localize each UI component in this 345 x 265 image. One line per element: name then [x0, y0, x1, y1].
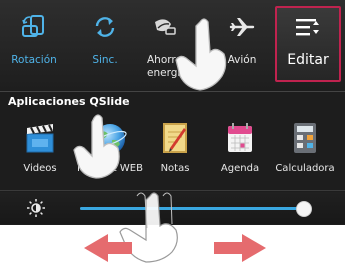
- qslide-title: Aplicaciones QSlide: [8, 95, 130, 108]
- quick-settings-bar: Rotación Sinc. Ahorro energía Avión Edit…: [0, 0, 345, 90]
- qslide-app-videos[interactable]: Videos: [10, 118, 70, 178]
- qslide-app-internet[interactable]: Internet WEB: [77, 118, 143, 178]
- calendar-icon: [223, 120, 257, 160]
- qslide-app-internet-label: Internet WEB: [77, 163, 143, 174]
- toggle-battery-saver-label: Ahorro energía: [147, 54, 187, 79]
- qslide-app-notes-label: Notas: [160, 163, 190, 174]
- qslide-app-agenda[interactable]: Agenda: [210, 118, 270, 178]
- toggle-battery-saver[interactable]: Ahorro energía: [143, 0, 209, 90]
- edit-list-icon: [294, 16, 322, 44]
- brightness-track[interactable]: [80, 201, 313, 217]
- airplane-icon: [229, 14, 255, 44]
- notification-panel: Rotación Sinc. Ahorro energía Avión Edit…: [0, 0, 345, 225]
- toggle-airplane[interactable]: Avión: [212, 0, 272, 90]
- edit-button[interactable]: Editar: [275, 6, 341, 82]
- battery-saver-icon: [151, 14, 179, 44]
- divider: [0, 91, 345, 92]
- arrow-left-icon: [84, 234, 132, 262]
- brightness-slider[interactable]: [0, 192, 345, 224]
- divider: [0, 190, 345, 191]
- globe-icon: [91, 120, 129, 162]
- edit-button-label: Editar: [287, 52, 329, 68]
- arrow-right-icon: [214, 234, 266, 262]
- qslide-app-calculator-label: Calculadora: [275, 163, 335, 174]
- calculator-icon: [288, 120, 322, 160]
- toggle-sync[interactable]: Sinc.: [70, 0, 140, 90]
- sync-icon: [92, 14, 118, 44]
- toggle-airplane-label: Avión: [227, 54, 257, 66]
- rotation-icon: [20, 14, 48, 44]
- qslide-app-calculator[interactable]: Calculadora: [275, 118, 335, 178]
- toggle-sync-label: Sinc.: [92, 54, 118, 66]
- qslide-app-videos-label: Videos: [23, 163, 57, 174]
- video-clapper-icon: [23, 120, 57, 160]
- qslide-app-notes[interactable]: Notas: [145, 118, 205, 178]
- notepad-icon: [158, 120, 192, 160]
- brightness-icon: [26, 198, 46, 222]
- qslide-header: Aplicaciones QSlide: [0, 93, 345, 113]
- toggle-rotation-label: Rotación: [11, 54, 57, 66]
- qslide-app-agenda-label: Agenda: [220, 163, 260, 174]
- brightness-fill: [80, 207, 304, 210]
- brightness-thumb[interactable]: [296, 201, 313, 217]
- toggle-rotation[interactable]: Rotación: [0, 0, 68, 90]
